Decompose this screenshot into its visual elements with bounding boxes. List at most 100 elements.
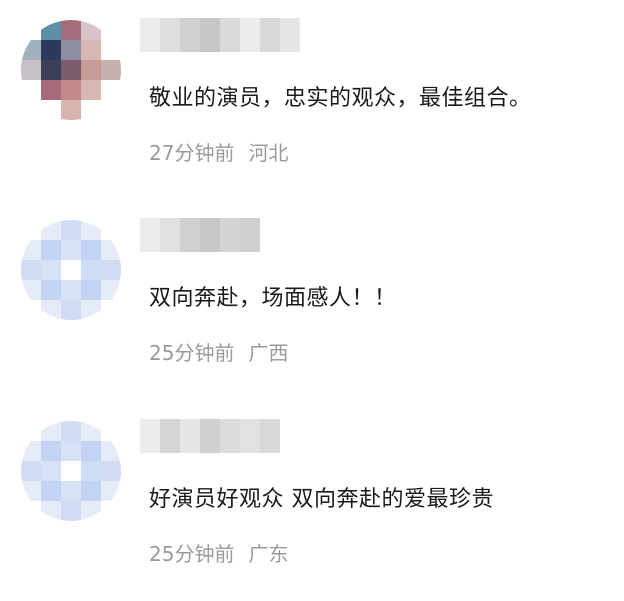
comment-time: 25分钟前 [149, 542, 235, 566]
comment-location: 广西 [248, 341, 289, 365]
avatar-pixel [61, 501, 81, 521]
avatar-pixel [101, 80, 121, 100]
nickname-pixelated[interactable] [140, 419, 280, 453]
avatar-pixel [101, 40, 121, 60]
avatar-pixel [101, 481, 121, 501]
nickname-pixel [220, 18, 240, 52]
comment-meta: 25分钟前 广西 [149, 337, 288, 366]
avatar-pixel [21, 40, 41, 60]
avatar[interactable] [21, 220, 121, 320]
avatar-pixel [81, 100, 101, 120]
avatar-pixel [21, 240, 41, 260]
avatar-pixel [61, 300, 81, 320]
nickname-pixel [240, 419, 260, 453]
comment-text: 敬业的演员，忠实的观众，最佳组合。 [149, 86, 532, 111]
nickname-pixel [200, 18, 220, 52]
nickname-pixel [200, 218, 220, 252]
nickname-pixel [180, 18, 200, 52]
avatar-pixel [101, 280, 121, 300]
avatar-pixel [61, 40, 81, 60]
avatar-pixel [41, 300, 61, 320]
nickname-pixel [160, 18, 180, 52]
avatar-pixel [41, 461, 61, 481]
comment-meta: 27分钟前 河北 [149, 137, 288, 166]
avatar-pixel [81, 481, 101, 501]
avatar-pixel [81, 421, 101, 441]
avatar-pixel [41, 100, 61, 120]
avatar-pixel [41, 60, 61, 80]
avatar-pixel [101, 300, 121, 320]
avatar-pixel [41, 20, 61, 40]
comment-meta: 25分钟前 广东 [149, 538, 288, 567]
avatar-pixel [61, 280, 81, 300]
nickname-pixel [260, 419, 280, 453]
avatar-pixel [21, 220, 41, 240]
nickname-pixel [260, 18, 280, 52]
avatar-pixel [61, 461, 81, 481]
avatar-pixel [81, 300, 101, 320]
avatar-pixel [21, 441, 41, 461]
comment-location: 河北 [248, 141, 289, 165]
avatar-pixel [61, 100, 81, 120]
avatar-pixel [41, 481, 61, 501]
avatar-pixel [21, 421, 41, 441]
avatar-pixel [21, 481, 41, 501]
avatar-pixel [21, 20, 41, 40]
avatar-pixel [41, 220, 61, 240]
avatar-pixel [101, 240, 121, 260]
comment-time: 27分钟前 [149, 141, 235, 165]
avatar-pixel [41, 260, 61, 280]
comment-time: 25分钟前 [149, 341, 235, 365]
comment-location: 广东 [248, 542, 289, 566]
avatar-pixel [41, 40, 61, 60]
avatar-pixel [61, 60, 81, 80]
avatar-pixel [101, 220, 121, 240]
comment-text: 好演员好观众 双向奔赴的爱最珍贵 [149, 487, 494, 512]
comment-text: 双向奔赴，场面感人！！ [149, 286, 397, 311]
avatar-pixel [81, 461, 101, 481]
avatar-pixel [21, 461, 41, 481]
avatar-pixel [81, 60, 101, 80]
nickname-pixel [140, 218, 160, 252]
avatar-pixel [101, 60, 121, 80]
avatar-pixel [81, 240, 101, 260]
comment-item: 好演员好观众 双向奔赴的爱最珍贵 25分钟前 广东 [0, 401, 624, 601]
nickname-pixelated[interactable] [140, 218, 260, 252]
avatar-pixel [101, 461, 121, 481]
avatar-pixel [21, 60, 41, 80]
avatar-pixel [21, 80, 41, 100]
avatar-pixel [21, 501, 41, 521]
avatar-pixel [61, 441, 81, 461]
nickname-pixel [220, 218, 240, 252]
comment-item: 双向奔赴，场面感人！！ 25分钟前 广西 [0, 200, 624, 400]
nickname-pixel [280, 18, 300, 52]
avatar-pixel [101, 100, 121, 120]
avatar-pixel [81, 260, 101, 280]
nickname-pixel [160, 419, 180, 453]
avatar-pixel [101, 20, 121, 40]
avatar-pixel [41, 80, 61, 100]
nickname-pixel [180, 218, 200, 252]
avatar-pixel [61, 80, 81, 100]
avatar-pixel [41, 441, 61, 461]
avatar-pixel [41, 421, 61, 441]
nickname-pixel [240, 218, 260, 252]
avatar-pixel [41, 280, 61, 300]
avatar-pixel [81, 20, 101, 40]
comment-item: 敬业的演员，忠实的观众，最佳组合。 27分钟前 河北 [0, 0, 624, 200]
nickname-pixel [140, 18, 160, 52]
avatar[interactable] [21, 421, 121, 521]
avatar-pixel [21, 100, 41, 120]
nickname-pixelated[interactable] [140, 18, 300, 52]
avatar-pixel [21, 260, 41, 280]
avatar-pixel [81, 501, 101, 521]
avatar-pixel [101, 501, 121, 521]
avatar-pixel [81, 80, 101, 100]
avatar-pixel [41, 501, 61, 521]
avatar-pixel [101, 441, 121, 461]
avatar-pixel [41, 240, 61, 260]
nickname-pixel [240, 18, 260, 52]
avatar-pixel [61, 240, 81, 260]
avatar-pixel [81, 40, 101, 60]
avatar[interactable] [21, 20, 121, 120]
